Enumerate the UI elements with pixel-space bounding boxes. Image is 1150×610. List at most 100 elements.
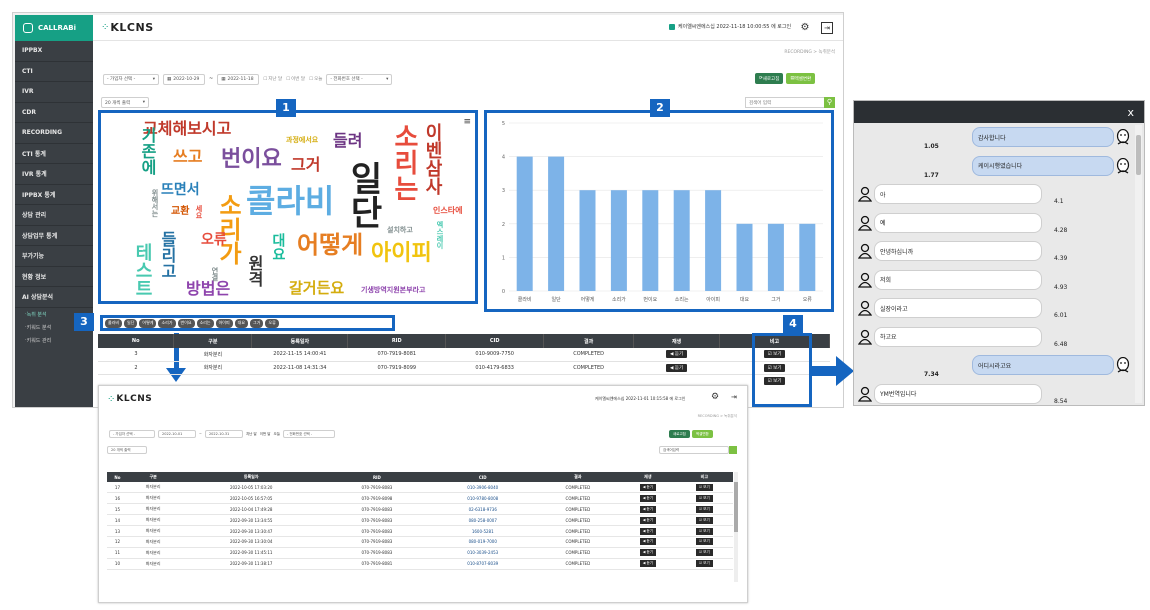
logout-icon[interactable]: ⇥ bbox=[731, 393, 737, 401]
app-logo[interactable]: CALLRABi bbox=[15, 15, 93, 41]
column-header[interactable]: 등록일자 bbox=[251, 334, 349, 348]
search-input[interactable]: 검색어 입력 bbox=[745, 97, 825, 108]
keyword-tag[interactable]: 소리가 bbox=[158, 318, 176, 328]
view-button[interactable]: ☑ 보기 bbox=[696, 549, 713, 557]
today-2[interactable]: 오늘 bbox=[274, 432, 280, 437]
bar[interactable] bbox=[799, 223, 816, 291]
table-row[interactable]: 15 화자분리 2022-10-04 17:49:28 070-7919-8083 02… bbox=[107, 503, 733, 516]
view-button[interactable]: ☑ 보기 bbox=[696, 505, 713, 513]
sidebar-item[interactable]: IPPBX bbox=[15, 41, 93, 62]
cell[interactable]: 080-019-7000 bbox=[429, 536, 536, 548]
refresh-button-2[interactable]: 새로고침 bbox=[669, 430, 690, 438]
column-header[interactable]: 구분 bbox=[127, 472, 179, 482]
sidebar-item[interactable]: CTI 통계 bbox=[15, 144, 93, 164]
cell[interactable]: 010-9780-8008 bbox=[429, 492, 536, 505]
sidebar-item[interactable]: 부가기능 bbox=[15, 246, 93, 267]
column-header[interactable]: RID bbox=[347, 334, 447, 348]
phone-select-2[interactable]: - 전화번호 선택 - bbox=[282, 430, 335, 438]
keyword-tag[interactable]: 어떻게 bbox=[139, 318, 157, 328]
column-header[interactable]: 결과 bbox=[543, 334, 635, 348]
menu-icon[interactable]: ≡ bbox=[463, 117, 471, 127]
page-size-select[interactable]: 20 개씩 출력 ▾ bbox=[101, 97, 149, 108]
table-row[interactable]: 2 화자분리 2022-11-08 14:31:34 070-7919-8099 010… bbox=[98, 361, 830, 375]
close-icon[interactable]: x bbox=[1127, 106, 1134, 119]
search-icon[interactable] bbox=[729, 446, 737, 454]
view-button[interactable]: ☑ 보기 bbox=[696, 538, 713, 546]
scrollbar-thumb[interactable] bbox=[734, 482, 738, 532]
cell-cid[interactable]: 010-9009-7750 bbox=[445, 348, 544, 362]
sidebar-item[interactable]: IVR bbox=[15, 82, 93, 103]
column-header[interactable]: 구분 bbox=[173, 334, 253, 348]
keyword-tag[interactable]: 대요 bbox=[234, 318, 249, 328]
table-row[interactable]: 12 화자분리 2022-09-30 13:30:04 070-7919-8083 08… bbox=[107, 536, 733, 548]
cell[interactable]: 1600-5281 bbox=[429, 525, 536, 537]
view-button[interactable]: ☑ 보기 bbox=[696, 527, 713, 535]
table-row[interactable]: 3 화자분리 2022-11-15 14:00:41 070-7919-8081 010… bbox=[98, 348, 830, 362]
keyword-tag[interactable]: 콜라비 bbox=[105, 318, 123, 328]
date-to-2[interactable]: 2022-10-31 bbox=[204, 430, 243, 438]
column-header[interactable]: CID bbox=[429, 472, 536, 482]
phone-select[interactable]: - 전화번호 선택 - ▾ bbox=[326, 73, 393, 85]
sidebar-item[interactable]: CDR bbox=[15, 103, 93, 123]
sidebar-item[interactable]: RECORDING bbox=[15, 123, 93, 144]
last-month-checkbox[interactable]: ☐ 지난 달 bbox=[263, 76, 282, 83]
search-input-2[interactable]: 검색어입력 bbox=[659, 446, 729, 454]
column-header[interactable]: RID bbox=[323, 472, 430, 482]
this-month-2[interactable]: 이번 달 bbox=[260, 432, 271, 437]
date-from-input[interactable]: ▦ 2022-10-29 bbox=[163, 73, 205, 85]
column-header[interactable]: No bbox=[98, 334, 175, 348]
sidebar-subitem[interactable]: · 키워드 관리 bbox=[15, 334, 93, 347]
cell[interactable]: 02-6318-9736 bbox=[429, 503, 536, 516]
keyword-tag[interactable]: 소리는 bbox=[196, 318, 214, 328]
sidebar-item[interactable]: IVR 통계 bbox=[15, 164, 93, 185]
today-checkbox[interactable]: ☐ 오늘 bbox=[309, 76, 322, 83]
cell[interactable]: 010-8707-8039 bbox=[429, 558, 536, 570]
play-button[interactable]: ◀ 듣기 bbox=[639, 494, 656, 502]
keyword-tag[interactable]: 아이피 bbox=[215, 318, 233, 328]
table-row[interactable]: 13 화자분리 2022-09-30 13:30:47 070-7919-8083 16… bbox=[107, 525, 733, 537]
view-button[interactable]: ☑ 보기 bbox=[696, 516, 713, 524]
sidebar-item[interactable]: CTI bbox=[15, 62, 93, 82]
search-icon[interactable]: ⚲ bbox=[824, 97, 835, 108]
this-month-checkbox[interactable]: ☐ 이번 달 bbox=[286, 76, 305, 83]
page-size-2[interactable]: 20 개씩 출력 bbox=[107, 446, 147, 454]
keyword-tag[interactable]: 그거 bbox=[250, 318, 264, 328]
transcript-scrollbar-thumb[interactable] bbox=[1136, 135, 1141, 175]
bar[interactable] bbox=[610, 190, 627, 291]
table-row[interactable]: 11 화자분리 2022-09-30 11:45:11 070-7919-8083 01… bbox=[107, 547, 733, 559]
keyword-tag[interactable]: 오류 bbox=[265, 318, 279, 328]
column-header[interactable]: 결과 bbox=[535, 472, 621, 482]
logout-icon[interactable]: ⇥ bbox=[821, 22, 833, 34]
cell[interactable]: 010-3906-8040 bbox=[429, 482, 536, 494]
view-button[interactable]: ☑ 보기 bbox=[696, 560, 713, 568]
view-button[interactable]: ☑ 보기 bbox=[696, 483, 713, 491]
refresh-button[interactable]: ⟳ 새로고침 bbox=[755, 73, 784, 84]
column-header[interactable]: 비고 bbox=[675, 472, 733, 482]
play-button[interactable]: ◀ 듣기 bbox=[639, 560, 656, 568]
play-button[interactable]: ◀ 듣기 bbox=[639, 516, 656, 524]
subscriber-select-2[interactable]: - 가입자 선택 - bbox=[109, 430, 155, 438]
scrollbar-2[interactable] bbox=[734, 472, 738, 582]
play-button[interactable]: ◀ 듣기 bbox=[665, 350, 688, 359]
excel-button[interactable]: ▤ 엑셀변환 bbox=[786, 73, 816, 84]
cell[interactable]: 010-3039-2453 bbox=[429, 547, 536, 559]
column-header[interactable]: CID bbox=[445, 334, 545, 348]
play-button[interactable]: ◀ 듣기 bbox=[639, 483, 656, 491]
bar[interactable] bbox=[705, 190, 722, 291]
column-header[interactable]: 재생 bbox=[633, 334, 721, 348]
column-header[interactable]: No bbox=[107, 472, 128, 482]
gear-icon[interactable]: ⚙ bbox=[799, 22, 811, 34]
bar[interactable] bbox=[642, 190, 659, 291]
sidebar-item[interactable]: 상담업무 통계 bbox=[15, 226, 93, 246]
subscriber-select[interactable]: - 가입자 선택 - ▾ bbox=[103, 73, 159, 85]
bar[interactable] bbox=[736, 223, 753, 291]
table-row[interactable]: 10 화자분리 2022-09-30 11:38:17 070-7919-8081 01… bbox=[107, 558, 733, 570]
keyword-tag[interactable]: 번이요 bbox=[177, 318, 195, 328]
excel-button-2[interactable]: 엑셀변환 bbox=[691, 430, 713, 438]
view-button[interactable]: ☑ 보기 bbox=[696, 494, 713, 502]
table-row[interactable]: 17 화자분리 2022-10-05 17:03:20 070-7919-8083 01… bbox=[107, 482, 733, 494]
table-row[interactable]: 14 화자분리 2022-09-30 13:34:55 070-7919-8083 08… bbox=[107, 514, 733, 527]
keyword-tag[interactable]: 일단 bbox=[124, 318, 138, 328]
bar[interactable] bbox=[673, 190, 690, 291]
sidebar-item[interactable]: IPPBX 통계 bbox=[15, 185, 93, 205]
